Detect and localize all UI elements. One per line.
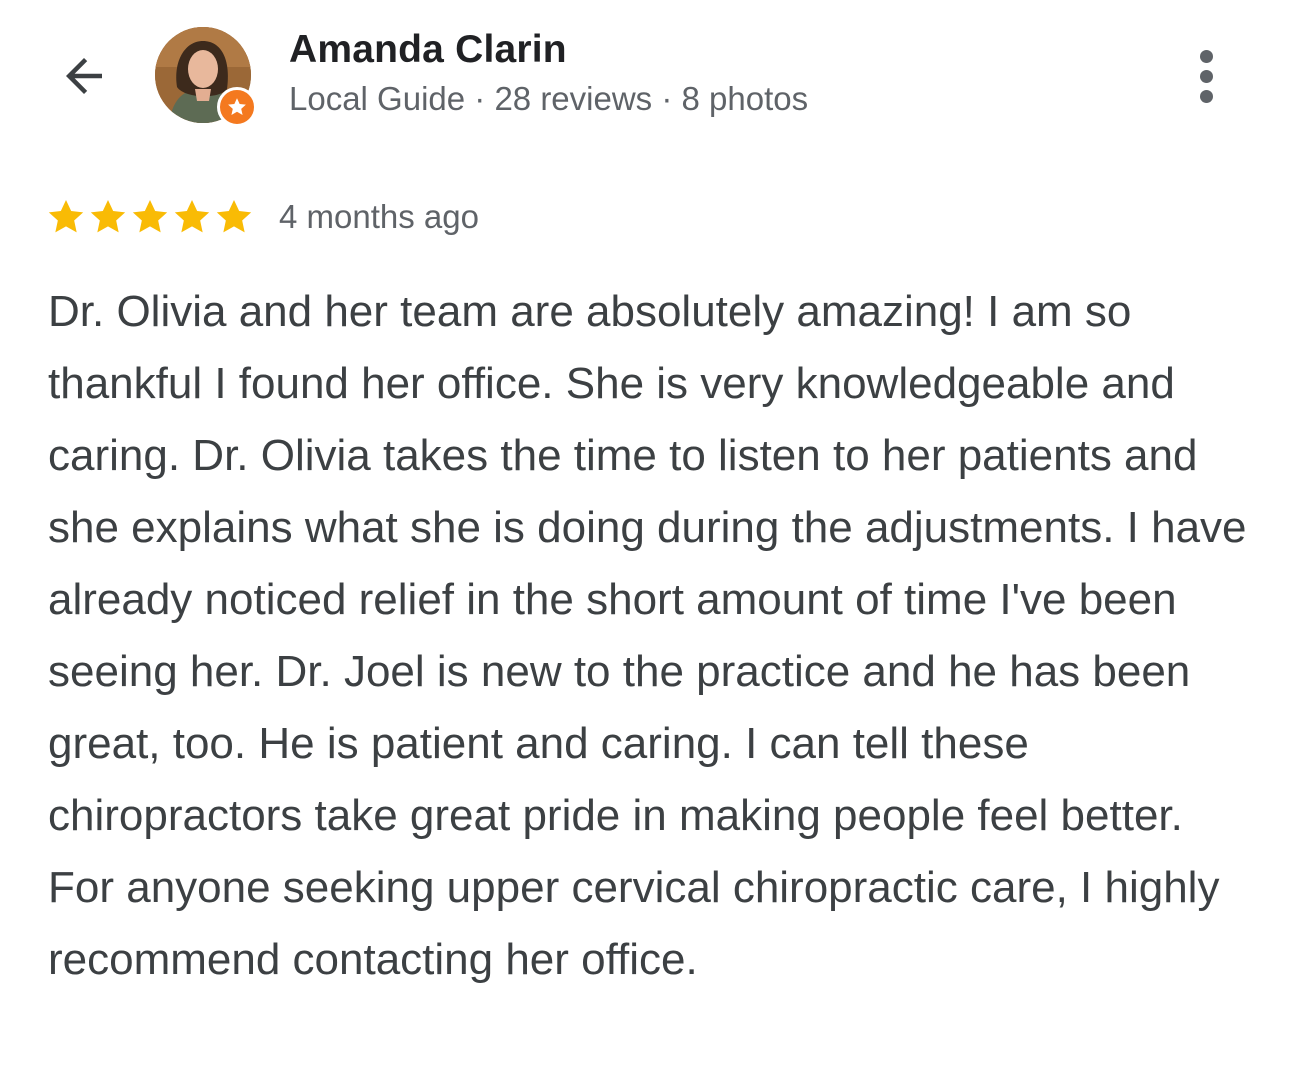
star-rating [46,197,256,237]
review-header: Amanda Clarin Local Guide · 28 reviews ·… [0,0,1290,150]
more-options-button[interactable] [1180,44,1232,108]
review-text: Dr. Olivia and her team are absolutely a… [48,287,1247,984]
star-icon [228,98,246,115]
star-icon [90,200,126,233]
rating-row: 4 months ago [46,192,479,242]
more-vert-icon [1199,89,1213,103]
star-icon [174,200,210,233]
star-icon [48,200,84,233]
back-button[interactable] [52,46,116,106]
reviewer-avatar-button[interactable] [155,27,257,127]
star-icon [216,200,252,233]
more-vert-icon [1199,49,1213,63]
reviewer-meta: Local Guide · 28 reviews · 8 photos [289,80,809,117]
star-icon [132,200,168,233]
local-guide-badge [217,87,257,127]
more-vert-icon [1199,69,1213,83]
arrow-back-icon [66,58,102,94]
review-time: 4 months ago [279,198,479,235]
reviewer-name[interactable]: Amanda Clarin [289,28,567,72]
